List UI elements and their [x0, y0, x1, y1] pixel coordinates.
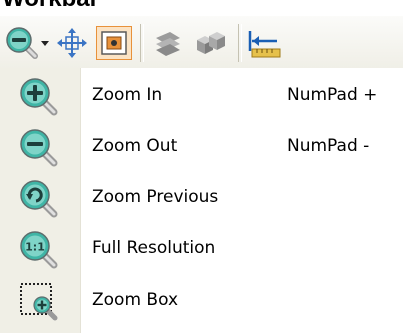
menu-item-zoom-out[interactable]: Zoom Out NumPad -: [0, 123, 403, 171]
menu-item-shortcut: NumPad -: [287, 136, 370, 156]
menu-item-label: Zoom Previous: [92, 187, 219, 207]
zoom-box-icon: [20, 283, 58, 321]
menu-item-zoom-box[interactable]: Zoom Box: [0, 277, 403, 325]
shapes-3d-icon: [197, 32, 225, 54]
toolbar-fit-button[interactable]: [96, 26, 132, 60]
menu-item-full-resolution[interactable]: 1:1 Full Resolution: [0, 225, 403, 273]
dropdown-arrow-icon: [41, 41, 49, 46]
toolbar: [0, 16, 403, 68]
toolbar-pan-button[interactable]: [54, 26, 90, 60]
toolbar-shapes-button[interactable]: [192, 26, 228, 60]
full-resolution-icon: 1:1: [20, 231, 58, 269]
toolbar-measure-button[interactable]: [246, 26, 282, 60]
zoom-dropdown-menu: Zoom In NumPad + Zoom Out NumPad - Zoom …: [0, 68, 403, 333]
menu-item-label: Zoom Out: [92, 136, 178, 156]
menu-item-zoom-previous[interactable]: Zoom Previous: [0, 174, 403, 222]
toolbar-separator: [140, 24, 144, 62]
window-title: Workbar: [2, 0, 99, 11]
svg-text:1:1: 1:1: [25, 241, 45, 254]
pan-icon: [57, 28, 87, 58]
menu-item-shortcut: NumPad +: [287, 85, 378, 105]
toolbar-zoom-button[interactable]: [4, 26, 40, 60]
zoom-out-icon: [20, 129, 58, 167]
fit-to-window-icon: [101, 31, 127, 55]
menu-item-zoom-in[interactable]: Zoom In NumPad +: [0, 72, 403, 120]
zoom-in-icon: [20, 78, 58, 116]
menu-item-label: Zoom In: [92, 85, 163, 105]
menu-item-label: Full Resolution: [92, 238, 216, 258]
layers-icon: [156, 32, 180, 56]
toolbar-layers-button[interactable]: [150, 26, 186, 60]
toolbar-separator: [238, 24, 242, 62]
toolbar-zoom-dropdown[interactable]: [38, 26, 52, 60]
zoom-out-icon: [6, 27, 38, 59]
menu-item-label: Zoom Box: [92, 290, 179, 310]
measure-icon: [248, 31, 281, 58]
zoom-previous-icon: [20, 180, 58, 218]
